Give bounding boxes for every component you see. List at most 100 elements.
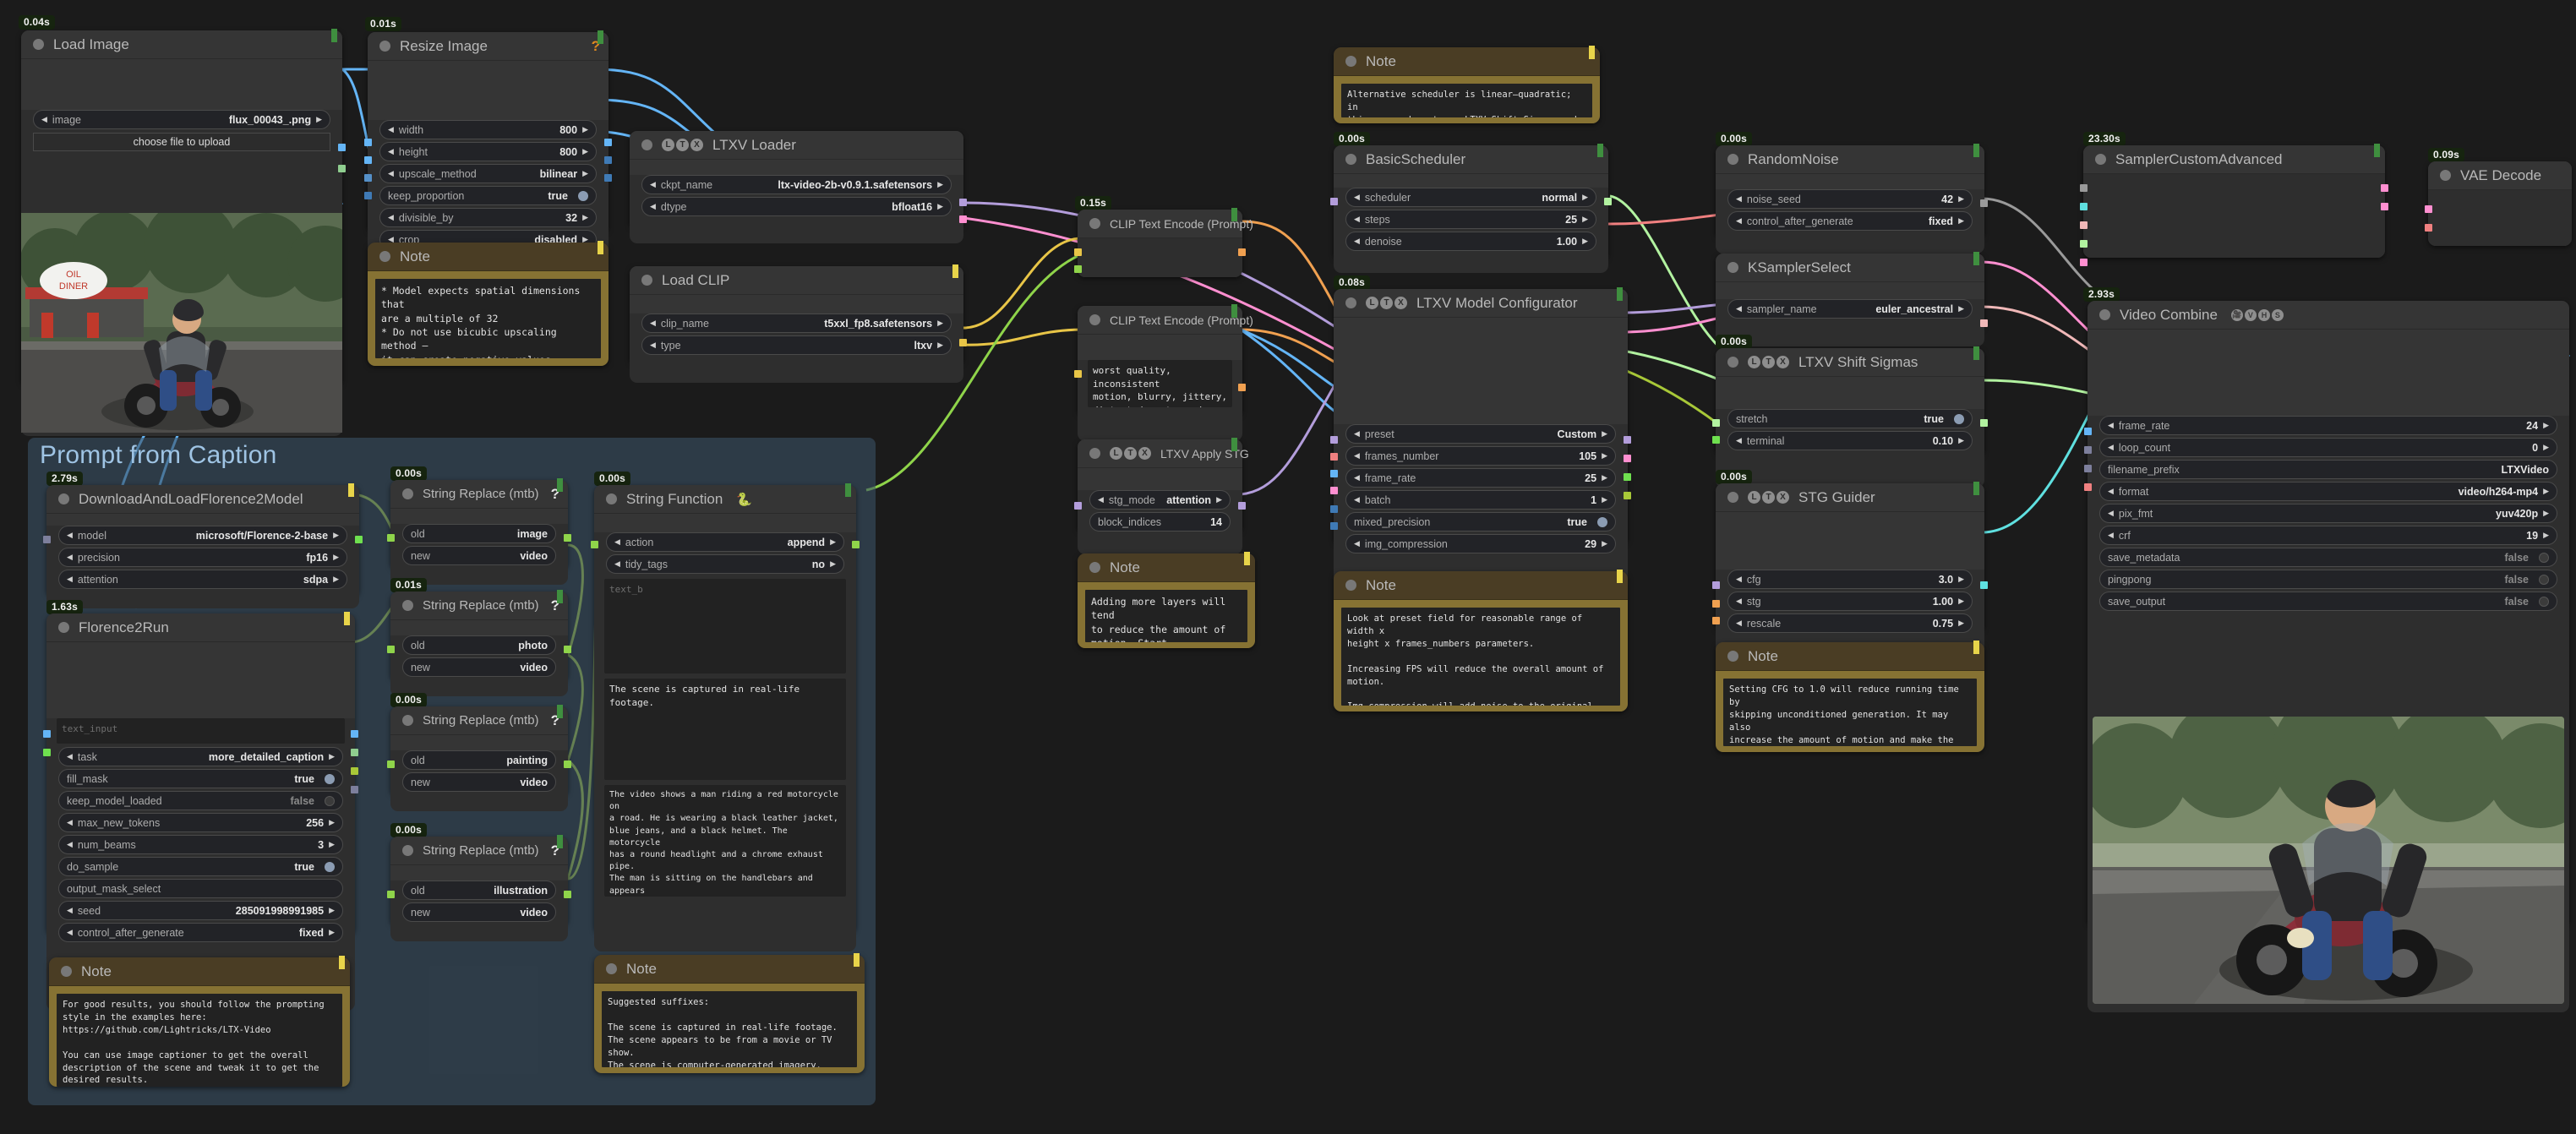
decrement-arrow-icon[interactable]: ◀ bbox=[614, 538, 620, 546]
widget-crf[interactable]: ◀ crf 19 ▶ bbox=[2099, 526, 2557, 545]
increment-arrow-icon[interactable]: ▶ bbox=[1602, 496, 1607, 504]
widget-control-after-generate[interactable]: ◀ control_after_generate fixed ▶ bbox=[58, 923, 343, 942]
socket-out-model[interactable] bbox=[1238, 502, 1246, 510]
decrement-arrow-icon[interactable]: ◀ bbox=[67, 841, 73, 848]
increment-arrow-icon[interactable]: ▶ bbox=[1602, 540, 1607, 548]
socket-in-positive[interactable] bbox=[1712, 600, 1720, 608]
collapse-dot[interactable] bbox=[1345, 154, 1356, 165]
widget-cfg[interactable]: ◀ cfg 3.0 ▶ bbox=[1727, 570, 1973, 589]
widget-frame-rate[interactable]: ◀ frame_rate 25 ▶ bbox=[1345, 468, 1616, 488]
widget-new[interactable]: new video bbox=[402, 902, 556, 922]
node-florence2-loader[interactable]: DownloadAndLoadFlorence2Model ◀ model micr… bbox=[43, 483, 363, 608]
collapse-dot[interactable] bbox=[641, 139, 652, 150]
collapse-dot[interactable] bbox=[58, 493, 69, 504]
collapse-dot[interactable] bbox=[379, 251, 390, 262]
widget-frame-rate[interactable]: ◀ frame_rate 24 ▶ bbox=[2099, 416, 2557, 435]
note-content[interactable]: Look at preset field for reasonable rang… bbox=[1341, 608, 1620, 706]
node-header[interactable]: LTX STG Guider bbox=[1716, 482, 1984, 512]
increment-arrow-icon[interactable]: ▶ bbox=[1958, 619, 1964, 627]
socket-out-sigmas[interactable] bbox=[1624, 492, 1631, 499]
decrement-arrow-icon[interactable]: ◀ bbox=[67, 553, 73, 561]
socket-in-image[interactable] bbox=[364, 139, 372, 146]
socket-in-width[interactable] bbox=[1330, 505, 1338, 513]
increment-arrow-icon[interactable]: ▶ bbox=[329, 929, 335, 936]
node-vae-decode[interactable]: VAE Decode bbox=[2425, 161, 2572, 246]
node-header[interactable]: VAE Decode bbox=[2428, 161, 2572, 190]
increment-arrow-icon[interactable]: ▶ bbox=[2543, 444, 2549, 451]
socket-out-output[interactable] bbox=[2381, 184, 2388, 192]
socket-in-model[interactable] bbox=[1074, 502, 1082, 510]
widget-max-new-tokens[interactable]: ◀ max_new_tokens 256 ▶ bbox=[58, 813, 343, 832]
widget-ckpt-name[interactable]: ◀ ckpt_name ltx-video-2b-v0.9.1.safetensor… bbox=[641, 175, 952, 194]
increment-arrow-icon[interactable]: ▶ bbox=[1582, 194, 1588, 201]
socket-in-width[interactable] bbox=[364, 156, 372, 164]
widget-noise-seed[interactable]: ◀ noise_seed 42 ▶ bbox=[1727, 189, 1973, 209]
decrement-arrow-icon[interactable]: ◀ bbox=[650, 203, 656, 210]
socket-in-model[interactable] bbox=[1330, 436, 1338, 444]
socket-in-sigmas[interactable] bbox=[2080, 240, 2088, 248]
collapse-dot[interactable] bbox=[1727, 492, 1738, 503]
node-header[interactable]: Note bbox=[1078, 552, 1255, 582]
widget-stg[interactable]: ◀ stg 1.00 ▶ bbox=[1727, 592, 1973, 611]
node-header[interactable]: Video Combine 🎥 V H S bbox=[2088, 301, 2569, 330]
collapse-dot[interactable] bbox=[2095, 154, 2106, 165]
node-header[interactable]: DownloadAndLoadFlorence2Model bbox=[46, 483, 359, 514]
increment-arrow-icon[interactable]: ▶ bbox=[329, 753, 335, 761]
widget-stretch[interactable]: stretch true bbox=[1727, 409, 1973, 428]
node-ltxv-loader[interactable]: LTX LTXV Loader ◀ ckpt_name ltx-video-2b-v… bbox=[630, 131, 967, 243]
increment-arrow-icon[interactable]: ▶ bbox=[582, 126, 588, 134]
socket-in-latent[interactable] bbox=[1330, 453, 1338, 461]
collapse-dot[interactable] bbox=[33, 39, 44, 50]
widget-sampler-name[interactable]: ◀ sampler_name euler_ancestral ▶ bbox=[1727, 299, 1973, 319]
widget-terminal[interactable]: ◀ terminal 0.10 ▶ bbox=[1727, 431, 1973, 450]
node-header[interactable]: RandomNoise bbox=[1716, 144, 1984, 174]
decrement-arrow-icon[interactable]: ◀ bbox=[2108, 532, 2114, 539]
socket-in-negative[interactable] bbox=[1712, 617, 1720, 624]
decrement-arrow-icon[interactable]: ◀ bbox=[1736, 195, 1742, 203]
collapse-dot[interactable] bbox=[1727, 262, 1738, 273]
increment-arrow-icon[interactable]: ▶ bbox=[329, 907, 335, 914]
socket-out-latent[interactable] bbox=[1624, 473, 1631, 481]
collapse-dot[interactable] bbox=[402, 715, 413, 726]
increment-arrow-icon[interactable]: ▶ bbox=[1958, 195, 1964, 203]
socket-in-string[interactable] bbox=[387, 534, 395, 542]
decrement-arrow-icon[interactable]: ◀ bbox=[67, 907, 73, 914]
node-random-noise[interactable]: RandomNoise ◀ noise_seed 42 ▶ ◀ control_after… bbox=[1716, 144, 1988, 254]
increment-arrow-icon[interactable]: ▶ bbox=[582, 148, 588, 155]
increment-arrow-icon[interactable]: ▶ bbox=[1602, 452, 1607, 460]
increment-arrow-icon[interactable]: ▶ bbox=[333, 532, 339, 539]
collapse-dot[interactable] bbox=[402, 845, 413, 856]
node-header[interactable]: Florence2Run bbox=[46, 612, 355, 642]
increment-arrow-icon[interactable]: ▶ bbox=[1582, 215, 1588, 223]
widget-rescale[interactable]: ◀ rescale 0.75 ▶ bbox=[1727, 613, 1973, 633]
note-content[interactable]: Adding more layers will tend to reduce t… bbox=[1085, 590, 1247, 642]
decrement-arrow-icon[interactable]: ◀ bbox=[2108, 444, 2114, 451]
socket-out-string[interactable] bbox=[564, 891, 571, 898]
widget-height[interactable]: ◀ height 800 ▶ bbox=[379, 142, 597, 161]
increment-arrow-icon[interactable]: ▶ bbox=[1602, 474, 1607, 482]
collapse-dot[interactable] bbox=[379, 41, 390, 52]
upload-button[interactable]: choose file to upload bbox=[33, 133, 330, 151]
socket-in-meta-batch[interactable] bbox=[2084, 465, 2092, 472]
increment-arrow-icon[interactable]: ▶ bbox=[1602, 430, 1607, 438]
node-header[interactable]: Note bbox=[594, 953, 865, 984]
widget-width[interactable]: ◀ width 800 ▶ bbox=[379, 120, 597, 139]
socket-out-caption[interactable] bbox=[351, 767, 358, 775]
increment-arrow-icon[interactable]: ▶ bbox=[937, 341, 943, 349]
socket-in-audio[interactable] bbox=[2084, 446, 2092, 454]
node-header[interactable]: LTX LTXV Loader bbox=[630, 131, 963, 160]
increment-arrow-icon[interactable]: ▶ bbox=[937, 203, 943, 210]
widget-img-compression[interactable]: ◀ img_compression 29 ▶ bbox=[1345, 534, 1616, 553]
socket-in-sigmas[interactable] bbox=[1712, 419, 1720, 427]
increment-arrow-icon[interactable]: ▶ bbox=[1216, 496, 1222, 504]
decrement-arrow-icon[interactable]: ◀ bbox=[650, 319, 656, 327]
node-header[interactable]: Load Image bbox=[21, 29, 342, 59]
increment-arrow-icon[interactable]: ▶ bbox=[333, 575, 339, 583]
node-header[interactable]: String Function 🐍 bbox=[594, 483, 856, 514]
decrement-arrow-icon[interactable]: ◀ bbox=[1354, 496, 1360, 504]
widget-pingpong[interactable]: pingpong false bbox=[2099, 570, 2557, 589]
decrement-arrow-icon[interactable]: ◀ bbox=[1736, 619, 1742, 627]
collapse-dot[interactable] bbox=[606, 963, 617, 974]
node-note-scheduler[interactable]: Note Alternative scheduler is linear–qua… bbox=[1334, 46, 1600, 123]
node-note-preset[interactable]: Note Look at preset field for reasonable… bbox=[1334, 570, 1628, 711]
